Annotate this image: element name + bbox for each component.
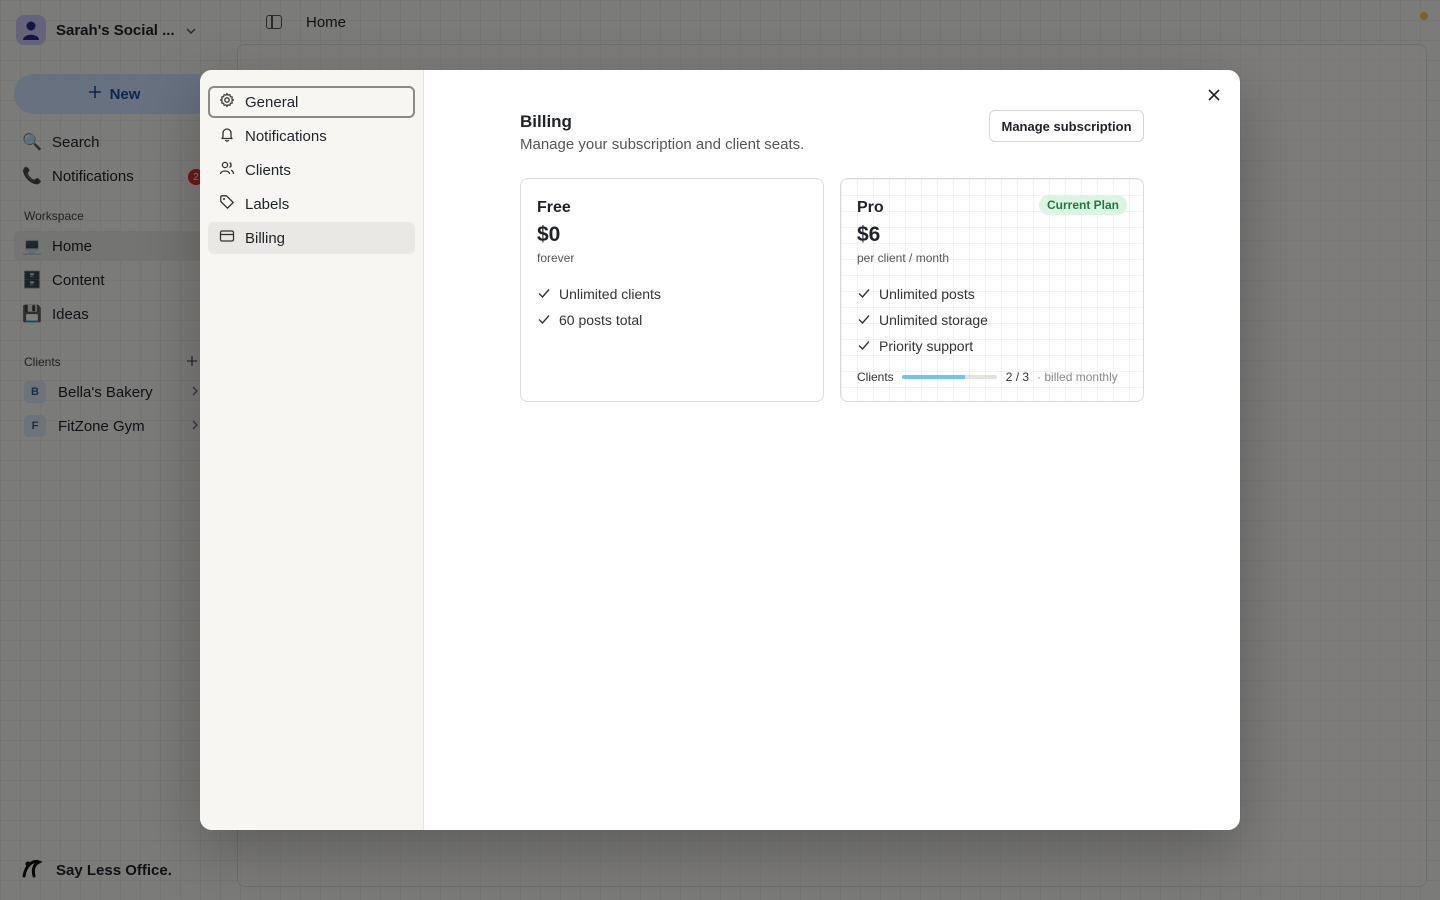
check-icon xyxy=(857,312,871,329)
settings-tab-labels[interactable]: Labels xyxy=(208,188,415,220)
billing-cycle-note: · billed monthly xyxy=(1037,370,1118,384)
plan-price: $6 xyxy=(857,223,881,246)
close-icon xyxy=(1208,88,1220,104)
close-modal-button[interactable] xyxy=(1202,84,1226,108)
feature-label: Priority support xyxy=(879,338,974,354)
feature-list: Unlimited posts Unlimited storage Priori… xyxy=(857,281,1127,359)
feature-label: Unlimited storage xyxy=(879,312,988,328)
feature-item: Unlimited posts xyxy=(857,281,1127,307)
plan-card-pro: Current Plan Pro $6 per client / month U… xyxy=(840,178,1144,402)
page-title: Billing xyxy=(520,112,572,131)
feature-item: Unlimited clients xyxy=(537,281,807,307)
usage-count: 2 / 3 xyxy=(1005,370,1030,384)
settings-tab-notifications[interactable]: Notifications xyxy=(208,120,415,152)
page-subtitle: Manage your subscription and client seat… xyxy=(520,136,805,153)
usage-label: Clients xyxy=(857,370,894,384)
manage-subscription-button[interactable]: Manage subscription xyxy=(989,110,1144,142)
billing-panel: Billing Manage your subscription and cli… xyxy=(424,70,1240,830)
credit-card-icon xyxy=(219,228,235,248)
gear-icon xyxy=(219,92,235,112)
feature-item: Unlimited storage xyxy=(857,307,1127,333)
feature-list: Unlimited clients 60 posts total xyxy=(537,281,807,333)
feature-item: Priority support xyxy=(857,333,1127,359)
check-icon xyxy=(537,312,551,329)
plan-card-free: Free $0 forever Unlimited clients 60 pos… xyxy=(520,178,824,402)
settings-modal: General Notifications Clients Labels Bil… xyxy=(200,70,1240,830)
settings-tab-clients[interactable]: Clients xyxy=(208,154,415,186)
settings-tab-label: General xyxy=(245,93,299,111)
settings-tab-label: Notifications xyxy=(245,127,327,145)
settings-tab-general[interactable]: General xyxy=(208,86,415,118)
client-seat-usage: Clients 2 / 3 · billed monthly xyxy=(857,369,1127,385)
usage-progress-bar xyxy=(901,375,997,379)
current-plan-badge: Current Plan xyxy=(1038,195,1127,215)
plan-period: per client / month xyxy=(857,251,950,265)
plan-period: forever xyxy=(537,251,575,265)
bell-icon xyxy=(219,126,235,146)
settings-tab-label: Labels xyxy=(245,195,290,213)
feature-label: Unlimited posts xyxy=(879,286,975,302)
usage-progress-fill xyxy=(901,375,966,379)
feature-label: 60 posts total xyxy=(559,312,643,328)
plan-name: Free xyxy=(537,199,571,216)
settings-tab-label: Clients xyxy=(245,161,291,179)
tag-icon xyxy=(219,194,235,214)
check-icon xyxy=(857,286,871,303)
plan-price: $0 xyxy=(537,223,561,246)
settings-nav: General Notifications Clients Labels Bil… xyxy=(200,70,424,830)
feature-item: 60 posts total xyxy=(537,307,807,333)
settings-tab-label: Billing xyxy=(245,229,286,247)
check-icon xyxy=(857,338,871,355)
users-icon xyxy=(219,160,235,180)
feature-label: Unlimited clients xyxy=(559,286,661,302)
check-icon xyxy=(537,286,551,303)
settings-tab-billing[interactable]: Billing xyxy=(208,222,415,254)
